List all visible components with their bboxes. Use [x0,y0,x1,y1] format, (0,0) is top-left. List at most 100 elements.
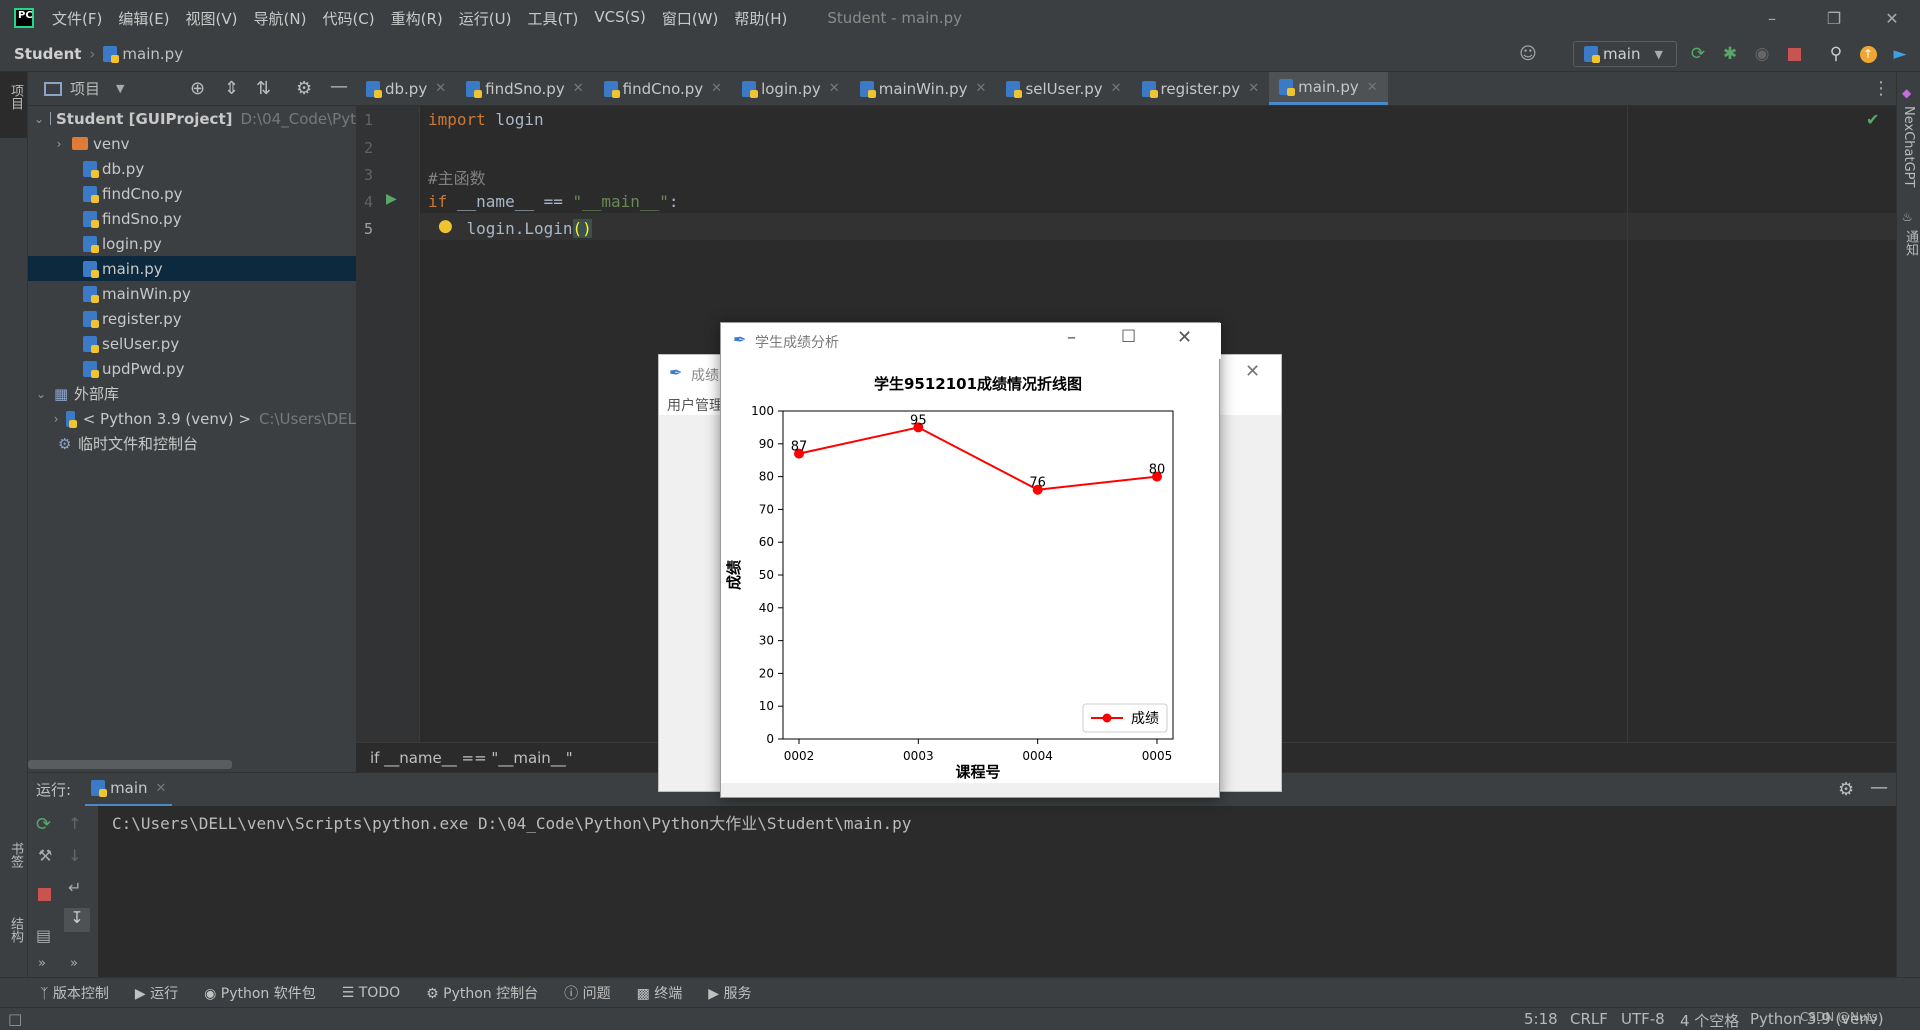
tool-python-packages[interactable]: ◉ Python 软件包 [204,983,316,1003]
tool-terminal[interactable]: ▩ 终端 [637,983,683,1003]
arrow-down-icon[interactable]: ↓ [68,846,81,865]
stop-icon[interactable] [1784,44,1804,64]
update-icon[interactable]: ↑ [1858,44,1878,64]
tree-item-file[interactable]: selUser.py [28,331,356,356]
close-icon[interactable]: ✕ [435,81,446,96]
tab-findsno[interactable]: findSno.py ✕ [456,72,594,105]
tree-item-file[interactable]: register.py [28,306,356,331]
bookmarks-strip-label[interactable]: 书签 [6,842,25,868]
tool-todo[interactable]: ☰ TODO [342,985,400,1001]
close-icon[interactable]: ✕ [1245,361,1260,382]
close-icon[interactable]: ✕ [976,81,987,96]
tree-root[interactable]: ⌄ Student [GUIProject] D:\04_Code\Pyt [28,106,356,131]
menu-refactor[interactable]: 重构(R) [391,8,443,29]
layout-icon[interactable]: ▤ [36,926,51,945]
tab-register[interactable]: register.py ✕ [1132,72,1270,105]
hide-panel-icon[interactable]: — [330,76,348,97]
run-tab-main[interactable]: main ✕ [85,773,173,807]
tree-item-external-libs[interactable]: ⌄ ▦ 外部库 [28,381,356,406]
menu-vcs[interactable]: VCS(S) [594,8,645,29]
chevron-down-icon[interactable]: ⌄ [34,387,48,401]
tree-item-scratches[interactable]: ⚙ 临时文件和控制台 [28,431,356,456]
tab-db[interactable]: db.py ✕ [356,72,456,105]
close-icon[interactable]: ✕ [156,781,167,796]
horizontal-scrollbar[interactable] [28,760,232,769]
stop-icon[interactable] [38,888,51,901]
structure-strip-label[interactable]: 结构 [6,917,25,943]
close-icon[interactable]: ✕ [1111,81,1122,96]
tab-seluser[interactable]: selUser.py ✕ [996,72,1131,105]
plugin-icon[interactable]: ► [1890,44,1910,64]
notifications-strip-label[interactable]: 通知 [1901,230,1920,256]
intention-bulb-icon[interactable]: ● [438,216,453,236]
chevron-down-icon[interactable]: ⌄ [34,112,44,126]
more-icon[interactable]: » [38,956,46,971]
gear-icon[interactable]: ⚙ [296,78,312,99]
menu-run[interactable]: 运行(U) [459,8,512,29]
close-window-button[interactable]: ✕ [1864,0,1920,36]
tree-item-file-selected[interactable]: main.py [28,256,356,281]
tool-problems[interactable]: ⓘ 问题 [564,983,610,1003]
nexchatgpt-strip-label[interactable]: NexChatGPT [1901,106,1916,187]
tree-item-venv[interactable]: › venv [28,131,356,156]
expand-all-icon[interactable]: ⇕ [224,78,239,99]
menu-view[interactable]: 视图(V) [186,8,238,29]
menu-navigate[interactable]: 导航(N) [254,8,307,29]
status-position[interactable]: 5:18 [1524,1010,1558,1028]
arrow-up-icon[interactable]: ↑ [68,814,81,833]
tree-item-file[interactable]: login.py [28,231,356,256]
minimize-button[interactable]: – [1744,0,1800,36]
minimize-button[interactable]: – [1067,327,1076,348]
scroll-to-end-icon[interactable]: ↧ [64,908,90,932]
tool-services[interactable]: ▶ 服务 [708,983,751,1003]
menu-help[interactable]: 帮助(H) [734,8,787,29]
close-window-button[interactable]: ✕ [1177,327,1192,348]
run-console[interactable]: C:\Users\DELL\venv\Scripts\python.exe D:… [98,806,1896,977]
nav-file[interactable]: main.py [122,45,183,63]
menu-code[interactable]: 代码(C) [322,8,374,29]
back-dialog-menu[interactable]: 用户管理 [667,395,723,415]
status-line-separator[interactable]: CRLF [1570,1010,1608,1028]
close-icon[interactable]: ✕ [1367,80,1378,95]
menu-file[interactable]: 文件(F) [52,8,102,29]
more-tabs-icon[interactable]: ⋮ [1872,72,1896,105]
close-icon[interactable]: ✕ [711,81,722,96]
tree-item-file[interactable]: findSno.py [28,206,356,231]
tab-main[interactable]: main.py ✕ [1269,72,1388,105]
coverage-icon[interactable]: ◉ [1752,44,1772,64]
tab-mainwin[interactable]: mainWin.py ✕ [850,72,997,105]
close-icon[interactable]: ✕ [573,81,584,96]
user-icon[interactable]: ☺ [1518,44,1538,64]
maximize-button[interactable]: ☐ [1121,327,1136,347]
chevron-down-icon[interactable]: ▼ [116,82,124,95]
bell-icon[interactable]: ♨ [1902,210,1913,224]
close-icon[interactable]: ✕ [829,81,840,96]
code-breadcrumb-text[interactable]: if __name__ == "__main__" [370,749,573,767]
nexchatgpt-icon[interactable]: ◆ [1902,86,1911,100]
close-icon[interactable]: ✕ [1248,81,1259,96]
tool-vcs[interactable]: ᛉ 版本控制 [40,983,109,1003]
run-gutter-icon[interactable]: ▶ [386,191,397,207]
chevron-right-icon[interactable]: › [52,412,60,426]
restore-button[interactable]: ❐ [1806,0,1862,36]
wrench-icon[interactable]: ⚒ [38,846,52,865]
panel-toggle-icon[interactable]: □ [8,1010,22,1028]
tab-findcno[interactable]: findCno.py ✕ [594,72,732,105]
menu-edit[interactable]: 编辑(E) [118,8,169,29]
tab-login[interactable]: login.py ✕ [732,72,850,105]
status-encoding[interactable]: UTF-8 [1621,1010,1665,1028]
menu-window[interactable]: 窗口(W) [662,8,719,29]
project-panel-title[interactable]: 项目 [70,78,100,99]
tree-item-file[interactable]: findCno.py [28,181,356,206]
tool-run[interactable]: ▶ 运行 [135,983,178,1003]
rerun-icon[interactable]: ⟳ [1688,44,1708,64]
tree-item-file[interactable]: updPwd.py [28,356,356,381]
tool-python-console[interactable]: ⚙ Python 控制台 [426,983,538,1003]
hide-panel-icon[interactable]: — [1870,777,1888,798]
rerun-icon[interactable]: ⟳ [36,814,51,835]
locate-icon[interactable]: ⊕ [190,78,205,99]
search-icon[interactable]: ⚲ [1826,44,1846,64]
gear-icon[interactable]: ⚙ [1838,779,1854,800]
menu-tools[interactable]: 工具(T) [527,8,578,29]
status-indent[interactable]: 4 个空格 [1680,1010,1739,1030]
